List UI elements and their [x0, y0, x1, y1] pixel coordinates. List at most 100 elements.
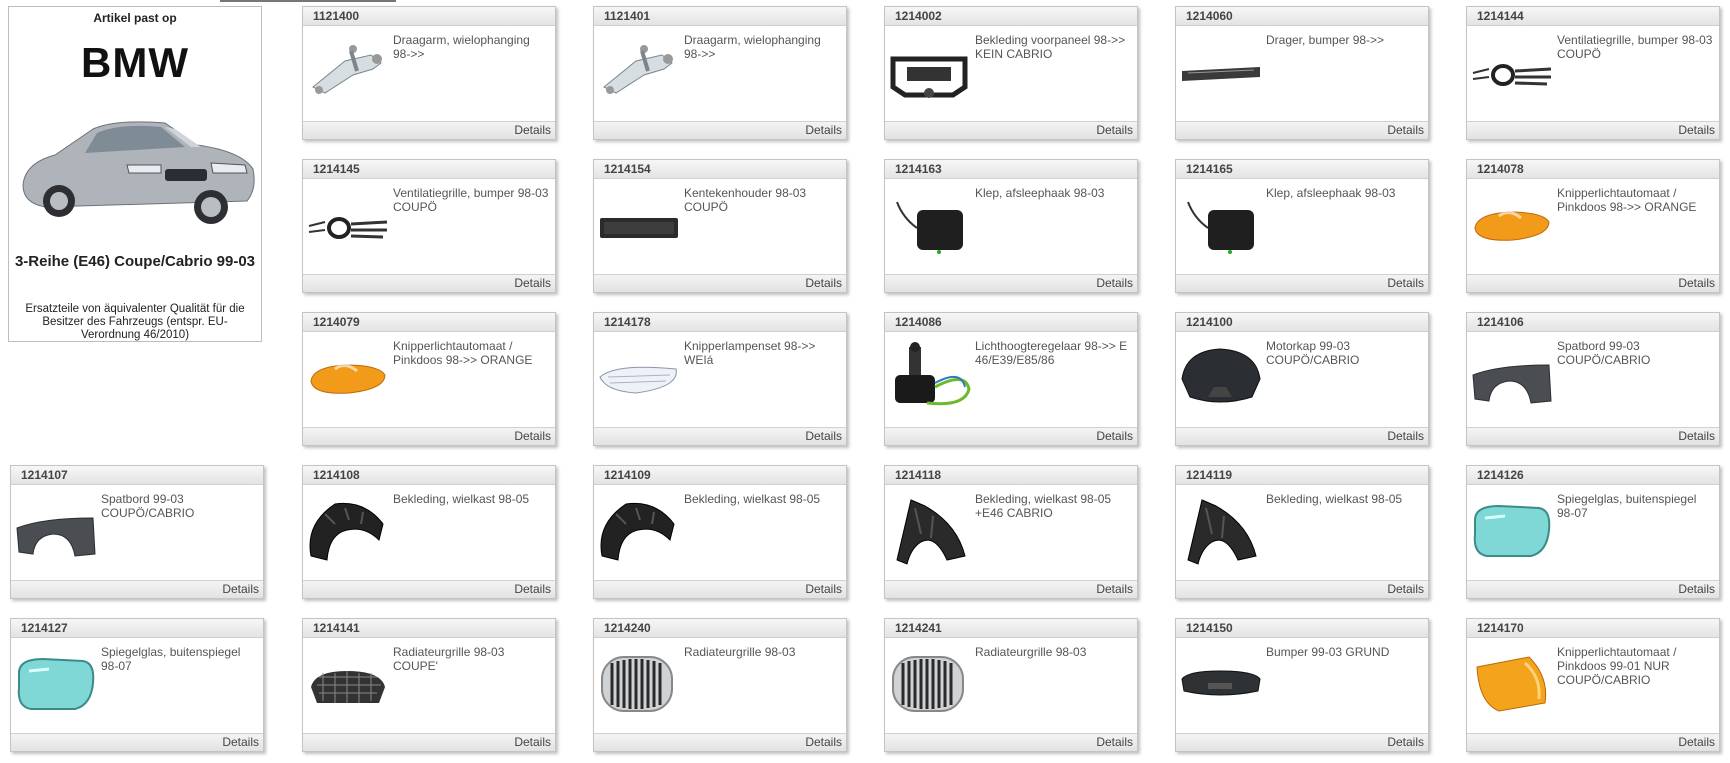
details-link[interactable]: Details: [885, 733, 1137, 751]
details-link[interactable]: Details: [885, 274, 1137, 292]
product-card[interactable]: 1214163 Klep, afsleephaak 98-03 Details: [884, 159, 1138, 293]
details-link[interactable]: Details: [885, 580, 1137, 598]
product-card[interactable]: 1214126 Spiegelglas, buitenspiegel 98-07 D…: [1466, 465, 1720, 599]
orange-lamp-icon[interactable]: [305, 341, 389, 415]
product-description: Bekleding, wielkast 98-05: [684, 492, 821, 506]
product-card[interactable]: 1214241 Radiateurgrille 98-03 Details: [884, 618, 1138, 752]
details-link[interactable]: Details: [303, 274, 555, 292]
wheel-liner-icon[interactable]: [305, 494, 389, 568]
clear-lamp-icon[interactable]: [596, 341, 680, 415]
details-link[interactable]: Details: [1467, 733, 1719, 751]
front-panel-icon[interactable]: [887, 35, 971, 109]
tow-cover-icon[interactable]: [887, 188, 971, 262]
details-link[interactable]: Details: [1176, 121, 1428, 139]
control-arm-icon[interactable]: [596, 35, 680, 109]
product-card[interactable]: 1214178 Knipperlampenset 98->> WEIá Detail…: [593, 312, 847, 446]
product-number: 1214163: [885, 160, 1137, 179]
product-card[interactable]: 1214002 Bekleding voorpaneel 98->> KEIN C…: [884, 6, 1138, 140]
product-card[interactable]: 1214079 Knipperlichtautomaat / Pinkdoos 9…: [302, 312, 556, 446]
product-card[interactable]: 1214106 Spatbord 99-03 COUPÖ/CABRIO Detail…: [1466, 312, 1720, 446]
hood-icon[interactable]: [1178, 341, 1262, 415]
product-card[interactable]: 1214141 Radiateurgrille 98-03 COUPE' Detai…: [302, 618, 556, 752]
product-card[interactable]: 1214240 Radiateurgrille 98-03 Details: [593, 618, 847, 752]
product-number: 1214108: [303, 466, 555, 485]
product-description: Spatbord 99-03 COUPÖ/CABRIO: [101, 492, 195, 520]
vent-grille-icon[interactable]: [305, 188, 389, 262]
bumper-icon[interactable]: [1178, 647, 1262, 721]
product-card[interactable]: 1214170 Knipperlichtautomaat / Pinkdoos 9…: [1466, 618, 1720, 752]
details-link[interactable]: Details: [11, 733, 263, 751]
details-link[interactable]: Details: [1176, 733, 1428, 751]
product-card[interactable]: 1214118 Bekleding, wielkast 98-05 +E46 CA…: [884, 465, 1138, 599]
product-description: Knipperlichtautomaat / Pinkdoos 98->> OR…: [393, 339, 533, 367]
product-description: Klep, afsleephaak 98-03: [975, 186, 1105, 200]
product-card[interactable]: 1214109 Bekleding, wielkast 98-05 Details: [593, 465, 847, 599]
product-card[interactable]: 1214107 Spatbord 99-03 COUPÖ/CABRIO Detail…: [10, 465, 264, 599]
details-link[interactable]: Details: [885, 121, 1137, 139]
details-link[interactable]: Details: [1467, 427, 1719, 445]
mirror-glass-icon[interactable]: [13, 647, 97, 721]
top-divider: [220, 0, 396, 2]
details-link[interactable]: Details: [1467, 580, 1719, 598]
product-card[interactable]: 1214145 Ventilatiegrille, bumper 98-03 CO…: [302, 159, 556, 293]
vent-grille-icon[interactable]: [1469, 35, 1553, 109]
wheel-liner-tall-icon[interactable]: [1178, 494, 1262, 568]
product-card[interactable]: 1121401 Draagarm, wielophanging 98->> Deta…: [593, 6, 847, 140]
details-link[interactable]: Details: [594, 733, 846, 751]
product-number: 1214118: [885, 466, 1137, 485]
details-link[interactable]: Details: [594, 580, 846, 598]
details-link[interactable]: Details: [303, 733, 555, 751]
mesh-grille-icon[interactable]: [305, 647, 389, 721]
fender-icon[interactable]: [13, 494, 97, 568]
product-card[interactable]: 1214078 Knipperlichtautomaat / Pinkdoos 9…: [1466, 159, 1720, 293]
product-description: Radiateurgrille 98-03: [684, 645, 796, 659]
details-link[interactable]: Details: [594, 427, 846, 445]
fender-icon[interactable]: [1469, 341, 1553, 415]
details-link[interactable]: Details: [303, 427, 555, 445]
product-description: Klep, afsleephaak 98-03: [1266, 186, 1396, 200]
details-link[interactable]: Details: [1176, 274, 1428, 292]
product-card[interactable]: 1214100 Motorkap 99-03 COUPÖ/CABRIO Detail…: [1175, 312, 1429, 446]
plate-holder-icon[interactable]: [596, 188, 680, 262]
orange-lamp-icon[interactable]: [1469, 188, 1553, 262]
product-card[interactable]: 1214144 Ventilatiegrille, bumper 98-03 CO…: [1466, 6, 1720, 140]
product-card[interactable]: 1214150 Bumper 99-03 GRUND Details: [1175, 618, 1429, 752]
product-card[interactable]: 1214108 Bekleding, wielkast 98-05 Details: [302, 465, 556, 599]
details-link[interactable]: Details: [303, 121, 555, 139]
product-card[interactable]: 1214119 Bekleding, wielkast 98-05 Details: [1175, 465, 1429, 599]
product-description: Draagarm, wielophanging 98->>: [684, 33, 821, 61]
product-card[interactable]: 1214127 Spiegelglas, buitenspiegel 98-07 D…: [10, 618, 264, 752]
product-number: 1214178: [594, 313, 846, 332]
car-image: [15, 115, 259, 229]
wheel-liner-icon[interactable]: [596, 494, 680, 568]
details-link[interactable]: Details: [594, 121, 846, 139]
details-link[interactable]: Details: [1176, 427, 1428, 445]
product-card[interactable]: 1214154 Kentekenhouder 98-03 COUPÖ Details: [593, 159, 847, 293]
control-arm-icon[interactable]: [305, 35, 389, 109]
product-card[interactable]: 1214060 Drager, bumper 98->> Details: [1175, 6, 1429, 140]
kidney-grille-icon[interactable]: [887, 647, 971, 721]
product-card[interactable]: 1214086 Lichthoogteregelaar 98->> E 46/E3…: [884, 312, 1138, 446]
details-link[interactable]: Details: [885, 427, 1137, 445]
fit-label: Artikel past op: [93, 11, 177, 25]
bumper-carrier-icon[interactable]: [1178, 35, 1262, 109]
details-link[interactable]: Details: [1176, 580, 1428, 598]
product-card[interactable]: 1214165 Klep, afsleephaak 98-03 Details: [1175, 159, 1429, 293]
product-card[interactable]: 1121400 Draagarm, wielophanging 98->> Deta…: [302, 6, 556, 140]
product-number: 1214127: [11, 619, 263, 638]
mirror-glass-icon[interactable]: [1469, 494, 1553, 568]
product-description: Draagarm, wielophanging 98->>: [393, 33, 530, 61]
product-number: 1214119: [1176, 466, 1428, 485]
wheel-liner-tall-icon[interactable]: [887, 494, 971, 568]
product-description: Spiegelglas, buitenspiegel 98-07: [1557, 492, 1697, 520]
details-link[interactable]: Details: [1467, 121, 1719, 139]
details-link[interactable]: Details: [594, 274, 846, 292]
quality-note: Ersatzteile von äquivalenter Qualität fü…: [25, 303, 245, 341]
details-link[interactable]: Details: [1467, 274, 1719, 292]
actuator-icon[interactable]: [887, 341, 971, 415]
details-link[interactable]: Details: [11, 580, 263, 598]
kidney-grille-icon[interactable]: [596, 647, 680, 721]
corner-lamp-icon[interactable]: [1469, 647, 1553, 721]
tow-cover-icon[interactable]: [1178, 188, 1262, 262]
details-link[interactable]: Details: [303, 580, 555, 598]
